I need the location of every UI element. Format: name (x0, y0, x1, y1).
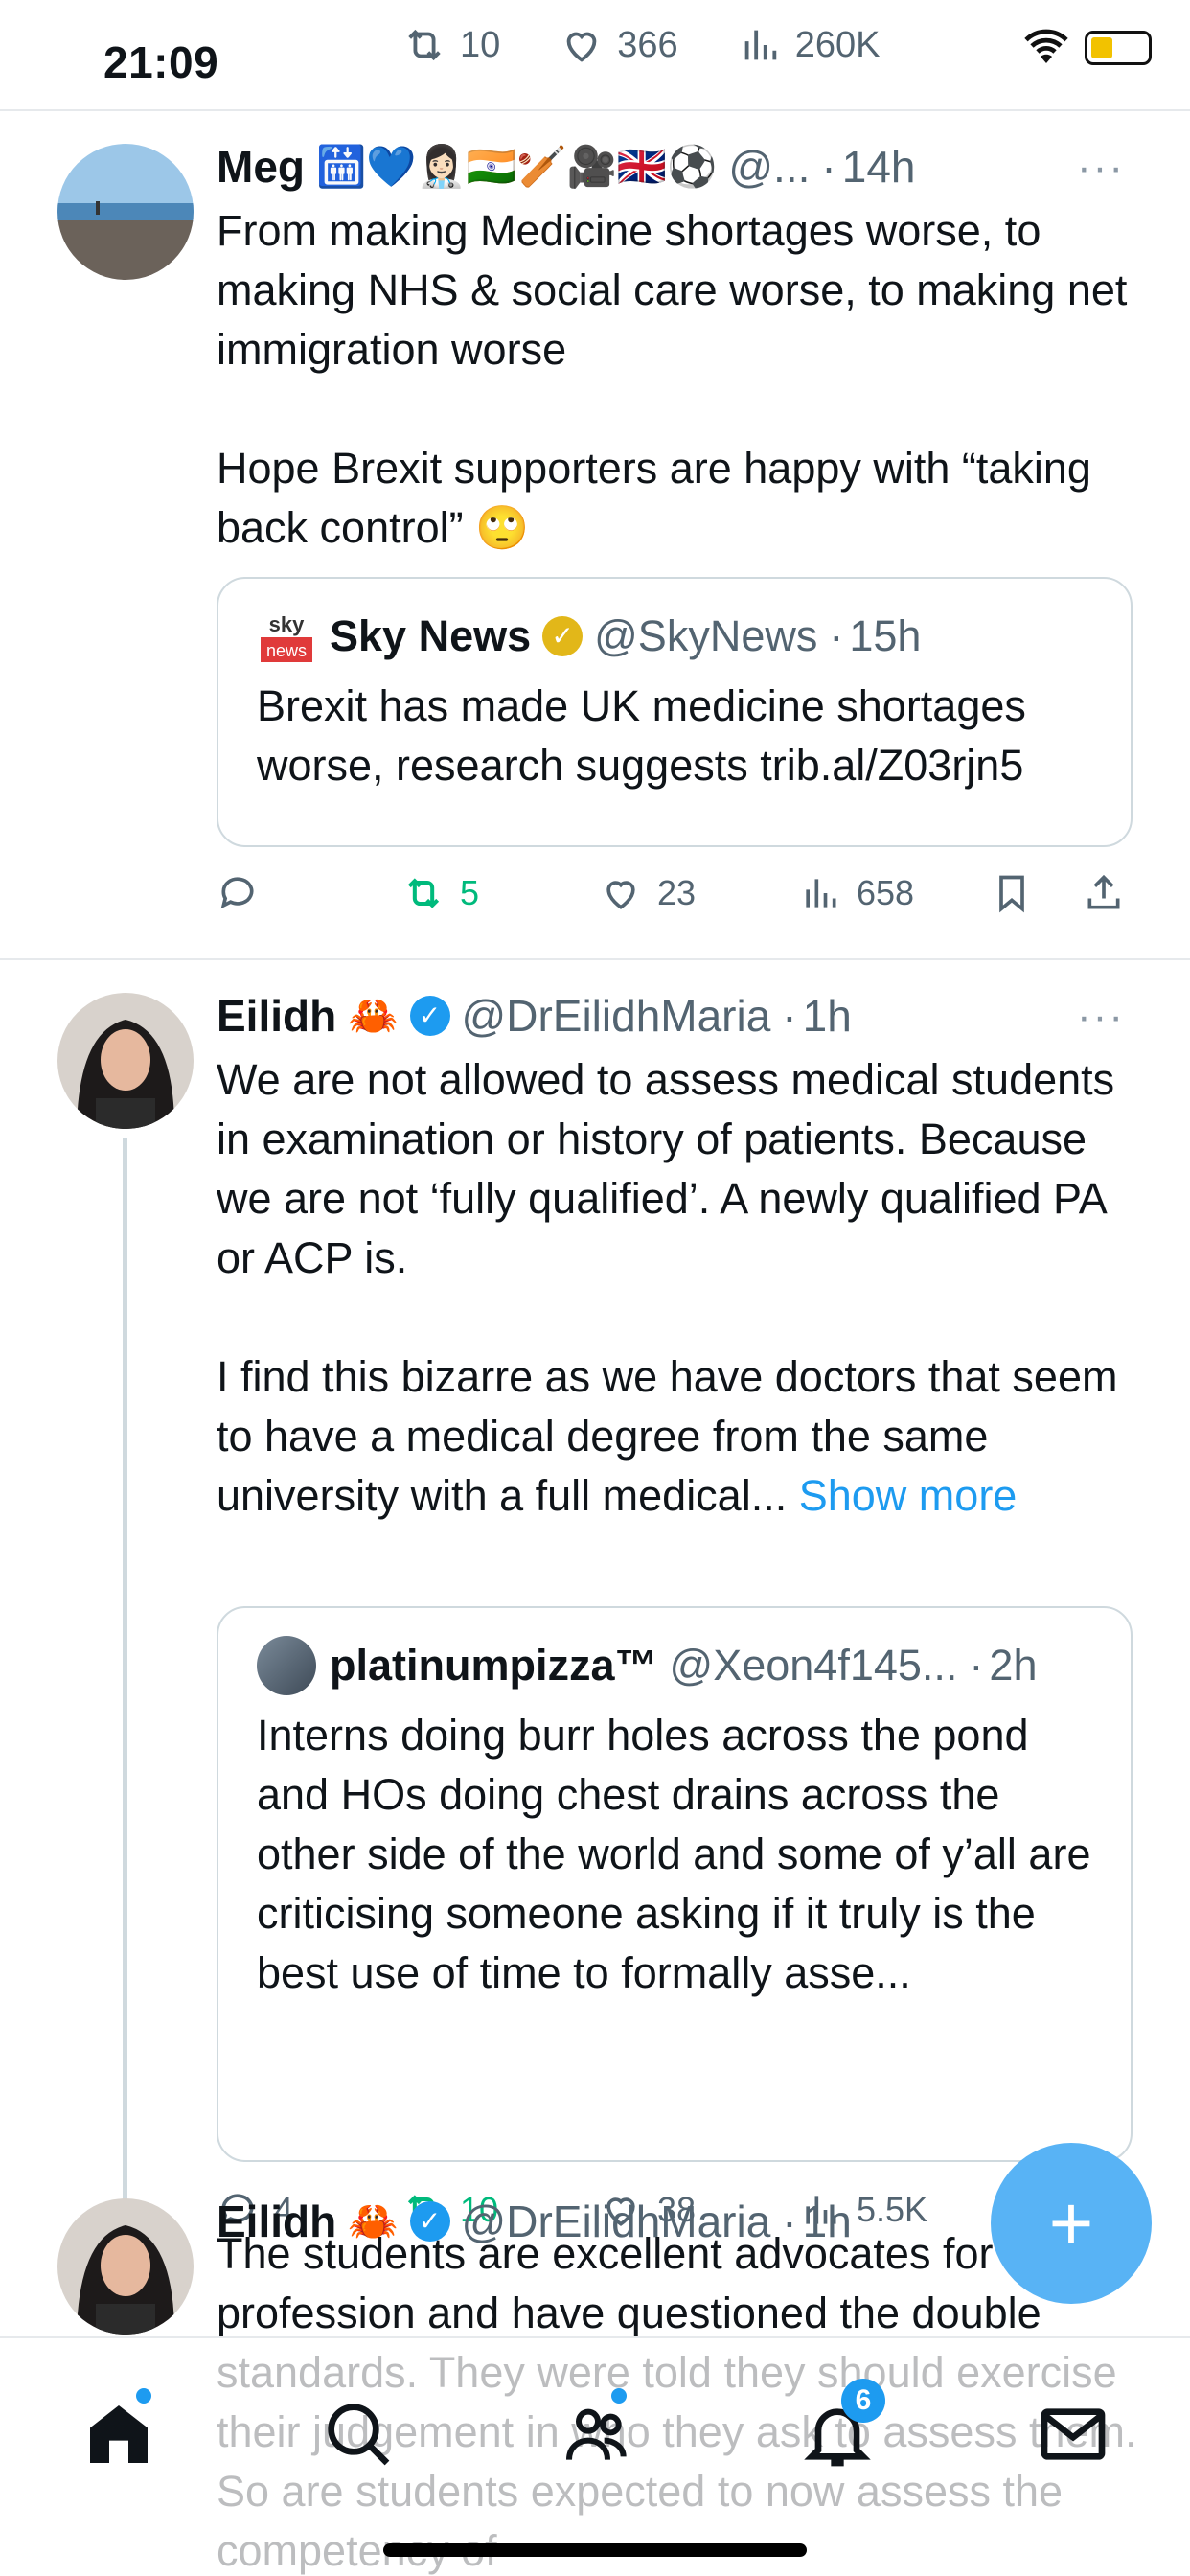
retweet-count: 5 (460, 873, 480, 912)
author-handle[interactable]: @DrEilidhMaria (462, 990, 771, 1042)
share-button[interactable] (1083, 872, 1125, 914)
quoted-author-handle: @Xeon4f145... (669, 1641, 958, 1690)
nav-search[interactable] (320, 2396, 397, 2472)
nav-messages[interactable] (1035, 2396, 1111, 2472)
ghost-retweet-count: 10 (460, 24, 501, 65)
ghost-views-count: 260K (794, 24, 881, 65)
quoted-author-name: Sky News (330, 611, 532, 660)
share-icon (1087, 874, 1120, 909)
quoted-tweet-text: Interns doing burr holes across the pond… (257, 1711, 1103, 1997)
quoted-tweet[interactable]: sky news Sky News ✓ @SkyNews · 15h Brexit… (217, 577, 1133, 847)
retweet-button[interactable]: 5 (402, 872, 600, 914)
reply-button[interactable] (217, 872, 402, 914)
like-button[interactable]: 23 (600, 872, 799, 914)
status-bar: 21:09 10 366 260K (0, 0, 1190, 111)
retweet-icon (408, 29, 441, 61)
clock: 21:09 (103, 37, 219, 87)
reply-icon (220, 877, 254, 909)
quoted-tweet-header: platinumpizza™ @Xeon4f145... · 2h (257, 1636, 1092, 1695)
verified-gold-icon: ✓ (542, 616, 584, 656)
nav-communities[interactable] (560, 2388, 636, 2472)
avatar[interactable] (57, 2198, 194, 2334)
views-icon (744, 30, 776, 60)
quoted-author-handle: @SkyNews (594, 611, 818, 660)
quoted-tweet[interactable]: platinumpizza™ @Xeon4f145... · 2h Intern… (217, 1606, 1133, 2162)
thread-connector (123, 1138, 127, 2281)
like-count: 23 (657, 873, 697, 912)
compose-tweet-button[interactable]: + (991, 2143, 1152, 2304)
bookmark-icon (999, 875, 1024, 913)
quoted-avatar (257, 1636, 316, 1695)
tweet-header: Meg 🛗💙👩🏻‍⚕️🇮🇳🏏🎥🇬🇧⚽ @... · 14h (217, 141, 916, 193)
sky-news-logo: sky news (257, 607, 316, 666)
tweet-text: We are not allowed to assess medical stu… (217, 1055, 1118, 1520)
views-icon (806, 879, 836, 908)
wifi-icon (1024, 29, 1068, 63)
scrolled-tweet-stats: 10 366 260K (402, 23, 939, 67)
plus-icon: + (1048, 2180, 1094, 2266)
bookmark-button[interactable] (991, 872, 1083, 914)
ghost-like-count: 366 (617, 24, 678, 65)
system-indicators (1023, 29, 1152, 67)
nav-notifications[interactable]: 6 (799, 2379, 885, 2472)
bottom-navigation: 6 (0, 2336, 1190, 2576)
tweet-header: Eilidh 🦀 ✓ @DrEilidhMaria · 1h (217, 990, 852, 1042)
avatar[interactable] (57, 993, 194, 1129)
ghost-retweet-stat: 10 (402, 23, 500, 67)
heart-icon (606, 881, 635, 909)
more-options-icon[interactable]: ··· (1077, 144, 1125, 192)
battery-icon (1085, 31, 1152, 65)
svg-text:news: news (266, 641, 307, 660)
home-icon (90, 2405, 148, 2463)
tweet-time: 1h (802, 991, 852, 1041)
quoted-tweet-header: sky news Sky News ✓ @SkyNews · 15h (257, 607, 1092, 666)
crab-emoji: 🦀 (348, 992, 399, 1038)
svg-text:sky: sky (269, 612, 305, 636)
quoted-tweet-time: 2h (989, 1641, 1038, 1690)
name-emojis: 🛗💙👩🏻‍⚕️🇮🇳🏏🎥🇬🇧⚽ (316, 143, 718, 189)
avatar[interactable] (57, 144, 194, 280)
quoted-tweet-text: Brexit has made UK medicine shortages wo… (257, 681, 1039, 790)
views-button[interactable]: 658 (799, 872, 991, 914)
heart-icon (566, 32, 597, 62)
author-name[interactable]: Eilidh (217, 990, 336, 1042)
notifications-badge: 6 (841, 2379, 885, 2423)
views-count: 658 (857, 873, 915, 912)
ghost-like-stat: 366 (560, 23, 678, 67)
author-name[interactable]: Meg (217, 141, 305, 193)
retweet-icon (407, 878, 440, 908)
communities-new-indicator (611, 2388, 627, 2404)
verified-icon: ✓ (409, 996, 450, 1036)
tweet-text: From making Medicine shortages worse, to… (217, 206, 1128, 552)
nav-home[interactable] (80, 2388, 157, 2472)
quoted-tweet-time: 15h (849, 611, 922, 660)
ghost-views-stat: 260K (738, 23, 881, 67)
quoted-author-name: platinumpizza™ (330, 1641, 658, 1690)
home-indicator (383, 2543, 807, 2557)
author-handle[interactable]: @... (728, 141, 810, 193)
show-more-link[interactable]: Show more (799, 1471, 1018, 1520)
mail-icon (1041, 2408, 1106, 2460)
tweet-time: 14h (841, 142, 916, 192)
search-icon (328, 2404, 390, 2466)
tweet-actions: 5 23 658 (217, 864, 1161, 922)
tweet-divider (0, 958, 1190, 960)
more-options-icon[interactable]: ··· (1077, 993, 1125, 1041)
home-new-indicator (136, 2388, 151, 2404)
communities-icon (566, 2408, 627, 2460)
